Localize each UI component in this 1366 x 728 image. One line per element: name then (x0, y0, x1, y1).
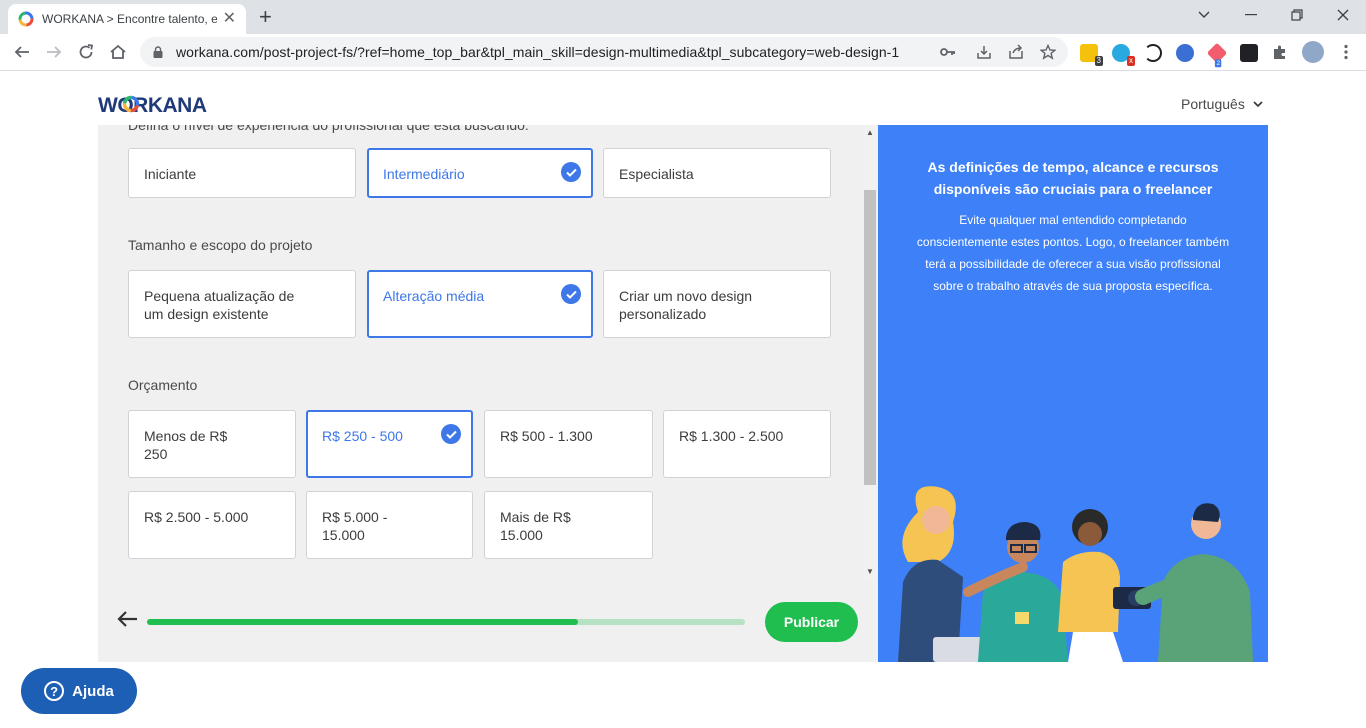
option-criar-novo-design[interactable]: Criar um novo design personalizado (603, 270, 831, 338)
extensions-puzzle-icon[interactable] (1268, 40, 1292, 64)
option-label: R$ 1.300 - 2.500 (679, 428, 784, 444)
close-tab-icon[interactable]: ✕ (223, 11, 236, 27)
extension-globe-icon[interactable]: x (1112, 44, 1135, 66)
language-selector[interactable]: Português (1181, 96, 1263, 112)
option-label: R$ 250 - 500 (322, 428, 403, 444)
minimize-icon[interactable] (1228, 4, 1274, 26)
restore-icon[interactable] (1274, 4, 1320, 26)
option-intermediario[interactable]: Intermediário (367, 148, 593, 198)
option-label: Criar um novo design personalizado (619, 288, 753, 322)
help-button[interactable]: ? Ajuda (21, 668, 137, 714)
check-icon (441, 424, 461, 444)
install-icon[interactable] (976, 44, 992, 60)
option-iniciante[interactable]: Iniciante (128, 148, 356, 198)
key-icon[interactable] (940, 44, 956, 60)
team-illustration (898, 486, 1253, 662)
workana-favicon-icon (18, 11, 34, 27)
reload-icon[interactable] (74, 40, 98, 64)
option-label: Especialista (619, 166, 694, 182)
scroll-up-icon[interactable]: ▲ (866, 128, 874, 137)
extension-d-icon[interactable] (1144, 44, 1162, 62)
check-icon (561, 284, 581, 304)
lock-icon (153, 46, 163, 58)
option-label: Mais de R$ 15.000 (500, 509, 571, 543)
scroll-thumb[interactable] (864, 190, 876, 485)
project-form: Defina o nível de experiência do profiss… (98, 125, 878, 662)
option-label: R$ 500 - 1.300 (500, 428, 593, 444)
browser-tabbar: WORKANA > Encontre talento, e ✕ + (0, 0, 1366, 34)
new-tab-icon[interactable]: + (259, 6, 272, 28)
option-budget-menos-250[interactable]: Menos de R$ 250 (128, 410, 296, 478)
info-panel: As definições de tempo, alcance e recurs… (878, 125, 1268, 662)
share-icon[interactable] (1008, 44, 1024, 60)
size-label: Tamanho e escopo do projeto (128, 237, 313, 253)
back-icon[interactable] (10, 40, 34, 64)
option-especialista[interactable]: Especialista (603, 148, 831, 198)
extension-eyes-icon[interactable] (1176, 44, 1194, 62)
option-pequena-atualizacao[interactable]: Pequena atualização de um design existen… (128, 270, 356, 338)
workana-logo[interactable]: WORKANA (98, 93, 228, 120)
workana-logo-icon: WORKANA (98, 94, 207, 117)
option-label: Iniciante (144, 166, 197, 182)
tab-title: WORKANA > Encontre talento, e (42, 12, 217, 26)
progress-bar (147, 619, 745, 625)
budget-label: Orçamento (128, 377, 198, 393)
chevron-down-icon (1253, 100, 1263, 107)
question-icon: ? (44, 681, 65, 701)
arrow-left-icon (117, 611, 137, 627)
browser-tab[interactable]: WORKANA > Encontre talento, e ✕ (8, 4, 246, 34)
svg-text:WORKANA: WORKANA (98, 94, 207, 115)
option-alteracao-media[interactable]: Alteração média (367, 270, 593, 338)
scroll-down-icon[interactable]: ▼ (866, 567, 874, 576)
experience-label: Defina o nível de experiência do profiss… (128, 125, 529, 133)
bookmark-star-icon[interactable] (1040, 44, 1056, 60)
more-menu-icon[interactable] (1334, 40, 1358, 64)
extension-badge: 3 (1094, 56, 1103, 66)
close-window-icon[interactable] (1320, 4, 1366, 26)
chevron-down-icon[interactable] (1181, 4, 1227, 26)
info-title: As definições de tempo, alcance e recurs… (927, 159, 1219, 197)
option-budget-1300-2500[interactable]: R$ 1.300 - 2.500 (663, 410, 831, 478)
option-label: Alteração média (383, 288, 485, 304)
option-label: Pequena atualização de um design existen… (144, 288, 295, 322)
back-step-button[interactable] (116, 610, 138, 633)
address-bar[interactable]: workana.com/post-project-fs/?ref=home_to… (140, 37, 1068, 67)
info-body: Evite qualquer mal entendido completando… (916, 213, 1230, 293)
option-budget-500-1300[interactable]: R$ 500 - 1.300 (484, 410, 653, 478)
extension-tag-icon[interactable]: 2 (1206, 42, 1228, 68)
option-budget-250-500[interactable]: R$ 250 - 500 (306, 410, 473, 478)
language-label: Português (1181, 96, 1245, 112)
help-label: Ajuda (72, 682, 114, 700)
browser-toolbar: workana.com/post-project-fs/?ref=home_to… (0, 34, 1366, 71)
option-label: R$ 5.000 - 15.000 (322, 509, 388, 543)
option-label: Intermediário (383, 166, 465, 182)
option-label: R$ 2.500 - 5.000 (144, 509, 249, 525)
progress-fill (147, 619, 578, 625)
profile-avatar[interactable] (1302, 41, 1324, 63)
home-icon[interactable] (106, 40, 130, 64)
forward-icon[interactable] (42, 40, 66, 64)
option-budget-2500-5000[interactable]: R$ 2.500 - 5.000 (128, 491, 296, 559)
form-scrollbar[interactable]: ▲ ▼ (862, 125, 878, 580)
publish-button[interactable]: Publicar (765, 602, 858, 642)
option-label: Menos de R$ 250 (144, 428, 228, 462)
extension-badge: 2 (1214, 59, 1222, 68)
url-text: workana.com/post-project-fs/?ref=home_to… (176, 44, 900, 60)
extension-notes-icon[interactable]: 3 (1080, 44, 1103, 66)
extension-terminal-icon[interactable] (1240, 44, 1258, 62)
check-icon (561, 162, 581, 182)
option-budget-mais-15000[interactable]: Mais de R$ 15.000 (484, 491, 653, 559)
option-budget-5000-15000[interactable]: R$ 5.000 - 15.000 (306, 491, 473, 559)
